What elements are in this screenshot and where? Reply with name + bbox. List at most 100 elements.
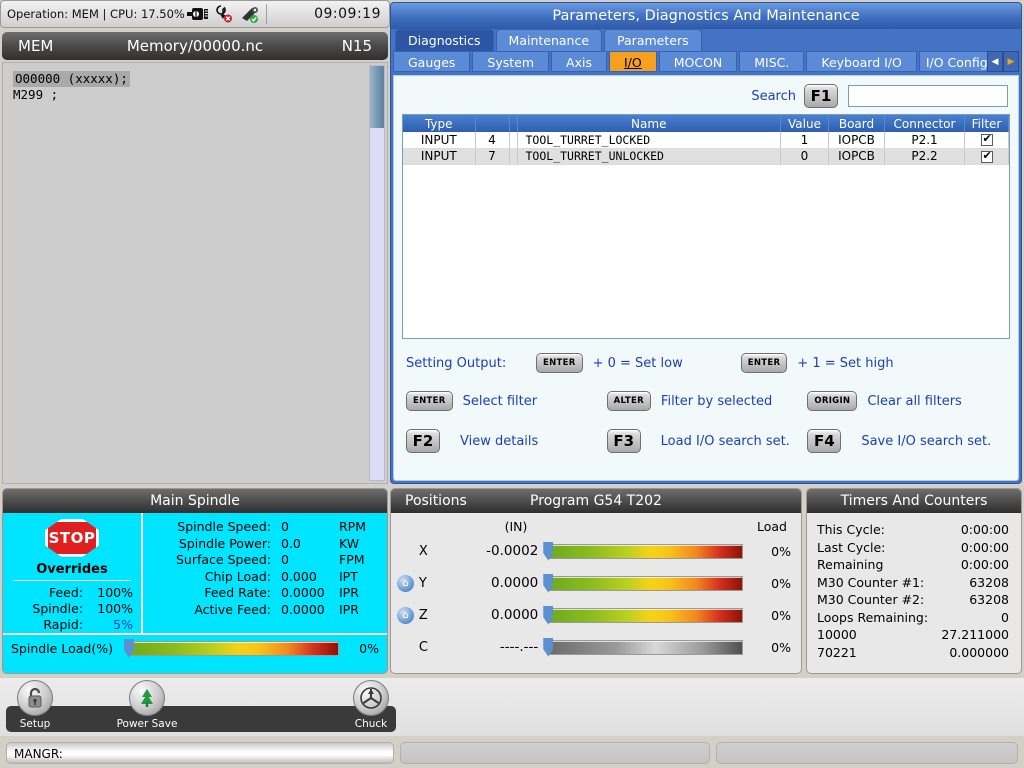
program-header-bar: MEM Memory/00000.nc N15 xyxy=(2,32,388,60)
axis-home-slot: ⌂ xyxy=(397,606,419,624)
overrides-title: Overrides xyxy=(36,561,108,577)
axis-label-x: X xyxy=(418,543,428,559)
spindle-overrides-section: STOP Overrides Feed: 100% Spindle: 100% … xyxy=(3,513,143,633)
cell-filter[interactable] xyxy=(964,148,1009,165)
readout-value: 0 xyxy=(281,519,289,534)
function-key-legend: Setting Output: ENTER + 0 = Set low ENTE… xyxy=(394,339,1018,453)
axis-label-c: C xyxy=(418,639,428,655)
panel-title: Parameters, Diagnostics And Maintenance xyxy=(391,3,1021,29)
program-scrollbar[interactable] xyxy=(369,65,385,481)
col-blank-2 xyxy=(509,115,518,132)
select-filter-action[interactable]: ENTER Select filter xyxy=(406,391,607,411)
program-code-text: O00000 (xxxxx); M299 ; xyxy=(3,63,387,111)
tab-keyboard-io[interactable]: Keyboard I/O xyxy=(806,51,917,72)
setting-output-row: Setting Output: ENTER + 0 = Set low ENTE… xyxy=(406,353,1008,373)
axis-row-y: ⌂ Y 0.0000 0% xyxy=(397,567,791,599)
override-spindle-value: 100% xyxy=(97,601,133,616)
io-table-container[interactable]: Type Name Value Board Connector Filter I… xyxy=(402,114,1010,339)
padlock-icon[interactable] xyxy=(17,680,53,716)
overrides-divider xyxy=(13,579,131,581)
cell-board: IOPCB xyxy=(828,148,885,165)
program-line-selected: O00000 (xxxxx); xyxy=(13,71,130,87)
f2-key[interactable]: F2 xyxy=(406,429,440,453)
f4-key[interactable]: F4 xyxy=(807,429,842,453)
readout-value: 0.0 xyxy=(281,535,301,551)
cell-value: 1 xyxy=(780,132,829,149)
origin-key[interactable]: ORIGIN xyxy=(807,391,858,411)
timer-label: Last Cycle: xyxy=(817,539,886,555)
filter-checkbox[interactable] xyxy=(980,149,993,163)
enter-set-low-key[interactable]: ENTER xyxy=(536,353,583,373)
toolbar-item-chuck[interactable]: Chuck xyxy=(328,680,414,730)
timer-last-cycle: Last Cycle: 0:00:00 xyxy=(817,539,1009,557)
enter-key[interactable]: ENTER xyxy=(406,391,453,411)
search-f1-key[interactable]: F1 xyxy=(804,84,838,108)
timer-value: 0:00:00 xyxy=(960,539,1009,555)
col-type: Type xyxy=(403,115,476,132)
table-row[interactable]: INPUT 4 TOOL_TURRET_LOCKED 1 IOPCB P2.1 xyxy=(403,132,1009,149)
positions-load-header: Load xyxy=(757,518,787,534)
override-rapid-label: Rapid: xyxy=(43,617,83,632)
timer-value: 0.000000 xyxy=(949,644,1009,660)
tab-io-config[interactable]: I/O Config xyxy=(918,51,991,72)
override-feed-label: Feed: xyxy=(48,585,83,600)
col-value: Value xyxy=(780,115,829,132)
io-table: Type Name Value Board Connector Filter I… xyxy=(403,115,1009,165)
readout-unit: KW xyxy=(339,535,360,551)
tab-system[interactable]: System xyxy=(472,51,550,72)
tab-maintenance[interactable]: Maintenance xyxy=(495,29,603,51)
program-editor[interactable]: O00000 (xxxxx); M299 ; xyxy=(2,62,388,484)
search-input[interactable] xyxy=(848,85,1008,107)
program-sequence-number: N15 xyxy=(341,37,372,55)
tab-misc[interactable]: MISC. xyxy=(739,51,805,72)
program-scrollbar-thumb[interactable] xyxy=(370,66,384,128)
tab-io[interactable]: I/O xyxy=(608,51,657,72)
tab-mocon[interactable]: MOCON xyxy=(658,51,738,72)
status-message-text: MANGR: xyxy=(14,747,63,761)
table-row[interactable]: INPUT 7 TOOL_TURRET_UNLOCKED 0 IOPCB P2.… xyxy=(403,148,1009,165)
toolbar-item-setup[interactable]: Setup xyxy=(0,680,78,730)
clear-filters-action[interactable]: ORIGIN Clear all filters xyxy=(807,391,1008,411)
timer-value: 63208 xyxy=(969,574,1009,590)
cell-filter[interactable] xyxy=(964,132,1009,149)
readout-unit: IPR xyxy=(339,601,359,617)
secondary-tab-row: Gauges System Axis I/O MOCON MISC. Keybo… xyxy=(391,51,1021,73)
filter-checkbox[interactable] xyxy=(980,132,993,147)
save-search-set-action[interactable]: F4 Save I/O search set. xyxy=(807,429,1008,453)
tree-icon[interactable] xyxy=(129,680,165,716)
fkey-actions-row: F2 View details F3 Load I/O search set. … xyxy=(406,429,1008,453)
override-spindle-label: Spindle: xyxy=(32,601,83,616)
tab-diagnostics[interactable]: Diagnostics xyxy=(395,29,494,51)
filter-by-selected-label: Filter by selected xyxy=(660,393,773,409)
io-diagnostics-body: Search F1 Type Name Value Board Connecto… xyxy=(393,75,1019,481)
alter-key[interactable]: ALTER xyxy=(606,391,651,411)
readout-unit: IPT xyxy=(339,568,358,584)
view-details-action[interactable]: F2 View details xyxy=(406,429,607,453)
toolbar-item-power-save[interactable]: Power Save xyxy=(104,680,190,730)
top-status-bar: Operation: MEM | CPU: 17.50% 09:09:19 xyxy=(0,0,390,28)
cell-value: 0 xyxy=(780,148,829,165)
search-row: Search F1 xyxy=(394,76,1018,114)
tab-axis[interactable]: Axis xyxy=(551,51,607,72)
clock-display: 09:09:19 xyxy=(314,6,381,22)
tab-gauges[interactable]: Gauges xyxy=(393,51,471,72)
tab-parameters[interactable]: Parameters xyxy=(604,29,702,51)
view-details-label: View details xyxy=(460,433,539,449)
axis-load-bar-x xyxy=(543,541,744,561)
toolbar-label-setup: Setup xyxy=(19,718,51,730)
filter-by-selected-action[interactable]: ALTER Filter by selected xyxy=(606,391,808,411)
chuck-icon[interactable] xyxy=(353,680,389,716)
tab-scroll-next-icon[interactable]: ▶ xyxy=(1003,51,1019,72)
override-spindle: Spindle: 100% xyxy=(11,601,133,617)
load-search-set-action[interactable]: F3 Load I/O search set. xyxy=(606,429,808,453)
tab-scroll-prev-icon[interactable]: ◀ xyxy=(987,51,1003,72)
status-message-field[interactable]: MANGR: xyxy=(6,742,394,764)
axis-value-x: -0.0002 xyxy=(486,543,539,559)
f3-key[interactable]: F3 xyxy=(606,429,641,453)
override-feed-value: 100% xyxy=(97,585,133,600)
timer-label: This Cycle: xyxy=(817,522,885,537)
enter-set-high-key[interactable]: ENTER xyxy=(740,353,788,373)
readout-surface-speed: Surface Speed: 0 FPM xyxy=(147,552,379,569)
readout-value: 0 xyxy=(281,552,289,567)
override-rapid: Rapid: 5% xyxy=(11,617,133,633)
